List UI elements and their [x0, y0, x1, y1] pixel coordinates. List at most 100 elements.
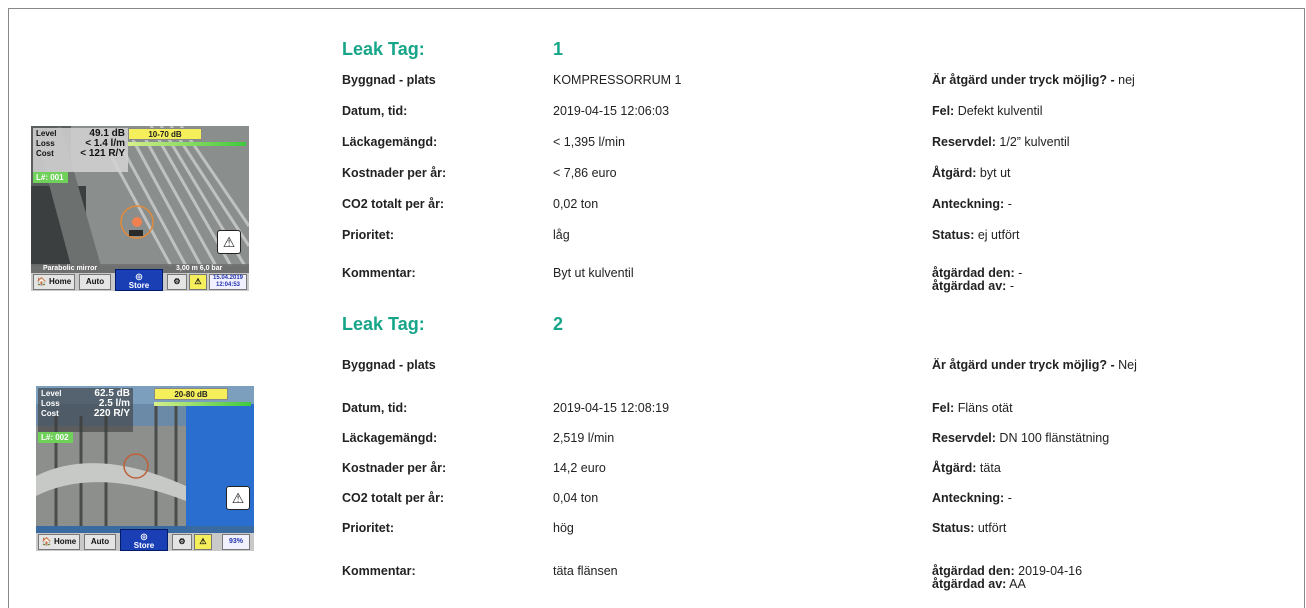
fixed-date-label: åtgärdad den:: [932, 564, 1015, 578]
leak-photo-2: Level 62.5 dB Loss 2.5 l/m Cost 220 R/Y L#:…: [36, 386, 254, 551]
spare-part-value: 1/2” kulventil: [995, 135, 1070, 149]
datetime-label: Datum, tid:: [342, 104, 408, 118]
action-value: täta: [976, 461, 1001, 475]
level-meter-bar: [154, 402, 251, 406]
home-button[interactable]: 🏠 Home: [33, 274, 75, 290]
cost-label: Cost: [41, 409, 59, 418]
note-value: -: [1004, 197, 1012, 211]
fixed-by: åtgärdad av: AA: [932, 577, 1026, 591]
spare-part: Reservdel: DN 100 flänstätning: [932, 431, 1109, 445]
home-icon: 🏠: [41, 537, 52, 546]
action-label: Åtgärd:: [932, 461, 977, 475]
priority-value: låg: [553, 228, 570, 242]
fixed-by-label: åtgärdad av:: [932, 279, 1007, 293]
settings-button[interactable]: ⚙: [167, 274, 187, 290]
home-button[interactable]: 🏠 Home: [38, 534, 80, 550]
cost-label: Cost: [36, 149, 54, 158]
note-label: Anteckning:: [932, 491, 1005, 505]
fault-value: Defekt kulventil: [954, 104, 1043, 118]
cost-label: Kostnader per år:: [342, 461, 447, 475]
cost-value: < 7,86 euro: [553, 166, 617, 180]
note: Anteckning: -: [932, 491, 1012, 505]
status: Status: ej utfört: [932, 228, 1020, 242]
loss-label: Loss: [36, 139, 55, 148]
home-label: Home: [48, 277, 72, 286]
fixed-date: åtgärdad den: -: [932, 266, 1022, 280]
action: Åtgärd: byt ut: [932, 166, 1011, 180]
auto-button[interactable]: Auto: [79, 274, 111, 290]
loss-label: Loss: [41, 399, 60, 408]
fault-label: Fel:: [932, 401, 955, 415]
fault: Fel: Defekt kulventil: [932, 104, 1042, 118]
pressure-label: Är åtgärd under tryck möjlig? -: [932, 73, 1115, 87]
leak-amount-label: Läckagemängd:: [342, 135, 438, 149]
priority-label: Prioritet:: [342, 521, 395, 535]
store-button[interactable]: ◎ Store: [115, 269, 163, 291]
comment-value: Byt ut kulventil: [553, 266, 634, 280]
fault: Fel: Fläns otät: [932, 401, 1013, 415]
leak-number-badge: L#: 001: [33, 172, 68, 183]
warning-small-icon: ⚠: [194, 277, 202, 286]
spare-part-label: Reservdel:: [932, 135, 996, 149]
record-icon: ◎: [135, 272, 143, 281]
action: Åtgärd: täta: [932, 461, 1001, 475]
co2-value: 0,02 ton: [553, 197, 599, 211]
leak-tag-label: Leak Tag:: [342, 314, 425, 334]
level-label: Level: [41, 389, 62, 398]
db-range-indicator: 20-80 dB: [154, 388, 228, 400]
status-label: Status:: [932, 521, 975, 535]
fault-value: Fläns otät: [954, 401, 1013, 415]
action-label: Åtgärd:: [932, 166, 977, 180]
home-icon: 🏠: [36, 277, 47, 286]
pressure-value: nej: [1114, 73, 1135, 87]
comment-label: Kommentar:: [342, 564, 416, 578]
record-icon: ◎: [140, 532, 148, 541]
building-label: Byggnad - plats: [342, 358, 436, 372]
datetime-label: Datum, tid:: [342, 401, 408, 415]
fixed-date-label: åtgärdad den:: [932, 266, 1015, 280]
priority-value: hög: [553, 521, 574, 535]
mode-label: Parabolic mirror: [43, 265, 98, 272]
fixed-by-value: AA: [1006, 577, 1026, 591]
cost-value: 14,2 euro: [553, 461, 606, 475]
level-meter-bar: [128, 142, 246, 146]
leak-tag-label: Leak Tag:: [342, 39, 425, 59]
co2-value: 0,04 ton: [553, 491, 599, 505]
warning-small-icon: ⚠: [199, 537, 207, 546]
cost-value: < 121 R/Y: [80, 148, 125, 159]
comment-value: täta flänsen: [553, 564, 618, 578]
status-value: utfört: [974, 521, 1007, 535]
store-label: Store: [133, 541, 155, 550]
co2-label: CO2 totalt per år:: [342, 197, 445, 211]
device-date: 15.04.2019: [212, 275, 244, 281]
store-label: Store: [128, 281, 150, 290]
settings-button[interactable]: ⚙: [172, 534, 192, 550]
warning-button[interactable]: ⚠: [194, 534, 212, 550]
leak-photo-1: Level 49.1 dB Loss < 1.4 l/m Cost < 121 R/Y…: [31, 126, 249, 291]
comment-label: Kommentar:: [342, 266, 416, 280]
building-label: Byggnad - plats: [342, 73, 436, 87]
device-toolbar: 🏠 Home Auto ◎ Store ⚙ ⚠ 93%: [36, 529, 254, 551]
level-label: Level: [36, 129, 57, 138]
device-toolbar: 🏠 Home Auto ◎ Store ⚙ ⚠ 15.04.2019 12:04:5…: [31, 269, 249, 291]
distance-pressure-readout: 3,00 m 6,0 bar: [176, 265, 223, 272]
note: Anteckning: -: [932, 197, 1012, 211]
warning-button[interactable]: ⚠: [189, 274, 207, 290]
store-button[interactable]: ◎ Store: [120, 529, 168, 551]
status-label: Status:: [932, 228, 975, 242]
status: Status: utfört: [932, 521, 1006, 535]
auto-button[interactable]: Auto: [84, 534, 116, 550]
home-label: Home: [53, 537, 77, 546]
datetime-value: 2019-04-15 12:08:19: [553, 401, 670, 415]
fixed-date: åtgärdad den: 2019-04-16: [932, 564, 1082, 578]
action-value: byt ut: [976, 166, 1011, 180]
db-range-indicator: 10-70 dB: [128, 128, 202, 140]
pressure-possible: Är åtgärd under tryck möjlig? - nej: [932, 73, 1135, 87]
spare-part-label: Reservdel:: [932, 431, 996, 445]
cost-value: 220 R/Y: [93, 408, 130, 419]
fixed-by-value: -: [1006, 279, 1014, 293]
note-value: -: [1004, 491, 1012, 505]
fixed-by: åtgärdad av: -: [932, 279, 1014, 293]
note-label: Anteckning:: [932, 197, 1005, 211]
spare-part: Reservdel: 1/2” kulventil: [932, 135, 1070, 149]
